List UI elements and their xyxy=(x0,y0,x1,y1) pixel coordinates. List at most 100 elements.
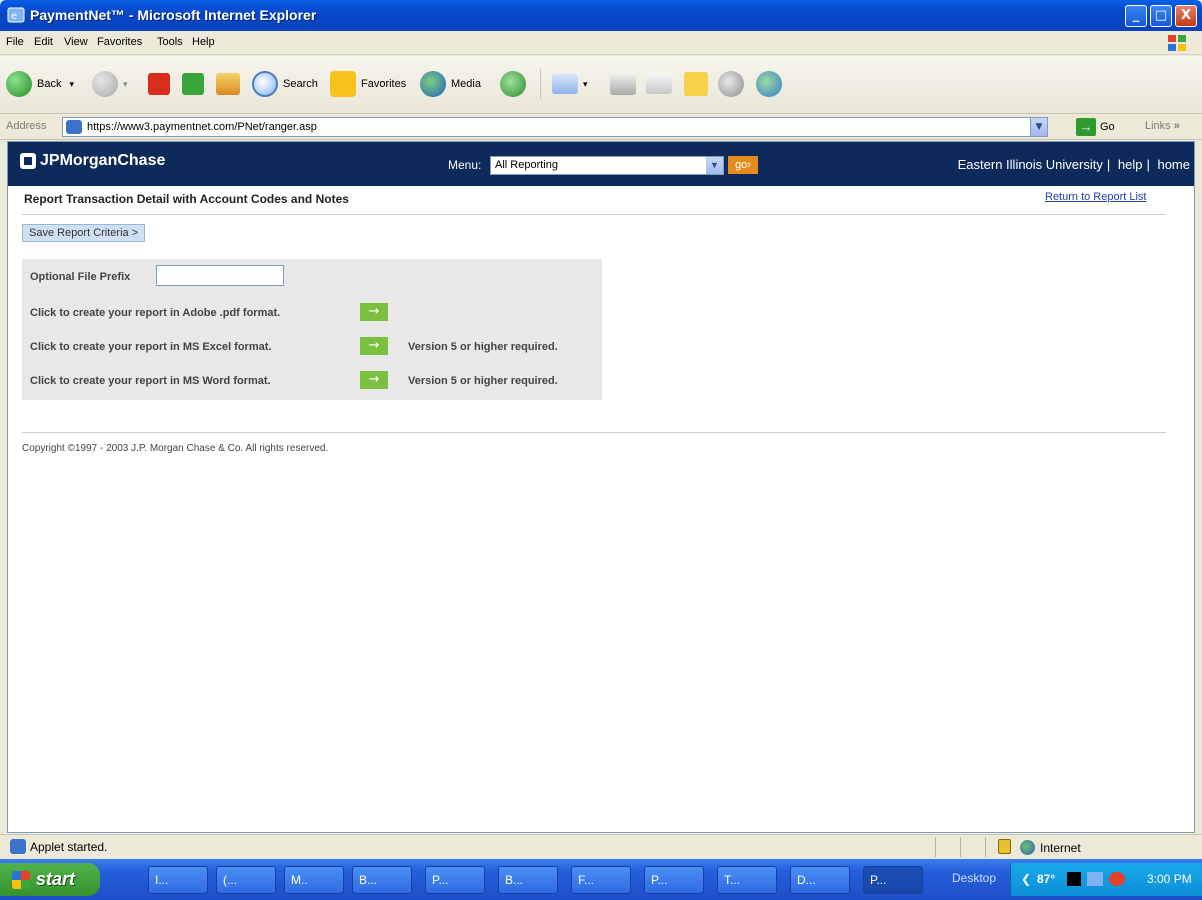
security-zone: Internet xyxy=(1020,840,1081,855)
excel-arrow-icon[interactable]: → xyxy=(360,337,388,355)
window-title: PaymentNet™ - Microsoft Internet Explore… xyxy=(30,7,317,23)
history-button[interactable] xyxy=(500,66,531,102)
export-panel: Optional File Prefix Click to create you… xyxy=(22,259,602,400)
taskbar-item[interactable]: P... xyxy=(425,866,485,894)
menu-favorites[interactable]: Favorites xyxy=(97,36,142,48)
home-link[interactable]: home xyxy=(1157,157,1190,172)
taskbar-item[interactable]: P... xyxy=(644,866,704,894)
globe-icon xyxy=(1020,840,1035,855)
page-content: JPMorganChase Menu: All Reporting ▼ go› … xyxy=(7,141,1195,833)
menu-bar: File Edit View Favorites Tools Help xyxy=(0,31,1202,55)
toolbar: Back ▾ ▾ Search Favorites Media ▾ xyxy=(0,56,1202,114)
status-divider xyxy=(935,837,936,857)
menu-select[interactable]: All Reporting ▼ xyxy=(490,156,724,175)
address-dropdown-icon[interactable]: ▼ xyxy=(1030,118,1047,136)
start-button[interactable]: start xyxy=(0,863,100,896)
taskbar-item[interactable]: F... xyxy=(571,866,631,894)
lock-icon xyxy=(998,839,1011,854)
forward-button[interactable]: ▾ xyxy=(92,66,128,102)
chevron-down-icon[interactable]: ▼ xyxy=(706,157,723,174)
taskbar-item[interactable]: D... xyxy=(790,866,850,894)
menu-file[interactable]: File xyxy=(6,36,24,48)
toolbar-separator xyxy=(540,66,541,102)
menu-go-button[interactable]: go› xyxy=(728,156,758,174)
mail-button[interactable]: ▾ xyxy=(552,66,588,102)
back-dropdown-icon[interactable]: ▾ xyxy=(69,79,74,90)
word-version-note: Version 5 or higher required. xyxy=(408,375,558,387)
status-divider xyxy=(985,837,986,857)
status-divider xyxy=(960,837,961,857)
menu-help[interactable]: Help xyxy=(192,36,215,48)
jpmorganchase-logo: JPMorganChase xyxy=(20,152,165,170)
pdf-label: Click to create your report in Adobe .pd… xyxy=(30,307,281,319)
word-arrow-icon[interactable]: → xyxy=(360,371,388,389)
forward-dropdown-icon[interactable]: ▾ xyxy=(123,79,128,90)
forward-icon xyxy=(92,71,118,97)
stop-icon xyxy=(148,73,170,95)
menu-edit[interactable]: Edit xyxy=(34,36,53,48)
media-button[interactable]: Media xyxy=(420,66,481,102)
home-icon xyxy=(216,73,240,95)
network-icon[interactable] xyxy=(1087,872,1103,886)
save-report-criteria-button[interactable]: Save Report Criteria > xyxy=(22,224,146,242)
menu-select-value: All Reporting xyxy=(495,159,558,171)
maximize-button[interactable]: □ xyxy=(1150,5,1172,27)
links-label: Links xyxy=(1145,120,1171,132)
taskbar-item[interactable]: M.. xyxy=(284,866,344,894)
copyright-text: Copyright ©1997 - 2003 J.P. Morgan Chase… xyxy=(22,443,329,454)
search-label: Search xyxy=(283,78,318,90)
separator: | xyxy=(1106,157,1111,172)
taskbar-item[interactable]: I... xyxy=(148,866,208,894)
windows-flag-icon xyxy=(1168,35,1186,51)
minimize-button[interactable]: _ xyxy=(1125,5,1147,27)
search-icon xyxy=(252,71,278,97)
go-button[interactable]: → Go xyxy=(1076,118,1115,136)
temperature: 87° xyxy=(1037,872,1056,886)
help-link[interactable]: help xyxy=(1118,157,1143,172)
messenger-button[interactable] xyxy=(718,66,749,102)
back-button[interactable]: Back ▾ xyxy=(6,66,74,102)
mail-dropdown-icon[interactable]: ▾ xyxy=(583,79,588,90)
desktop-toolbar[interactable]: Desktop xyxy=(952,871,996,885)
taskbar-item[interactable]: B... xyxy=(498,866,558,894)
go-arrow-icon: → xyxy=(1076,118,1096,136)
taskbar-item[interactable]: (... xyxy=(216,866,276,894)
taskbar-item-active[interactable]: P... xyxy=(863,866,923,894)
taskbar-item[interactable]: B... xyxy=(352,866,412,894)
word-label: Click to create your report in MS Word f… xyxy=(30,375,271,387)
print-icon xyxy=(610,73,636,95)
header-links: Eastern Illinois University | help | home xyxy=(956,157,1192,172)
links-button[interactable]: Links » xyxy=(1145,120,1180,132)
file-prefix-input[interactable] xyxy=(156,265,284,286)
home-button[interactable] xyxy=(216,66,245,102)
pdf-arrow-icon[interactable]: → xyxy=(360,303,388,321)
university-name: Eastern Illinois University xyxy=(957,157,1103,172)
system-tray: ❮ 87° 3:00 PM xyxy=(1010,863,1202,896)
refresh-button[interactable] xyxy=(182,66,209,102)
search-button[interactable]: Search xyxy=(252,66,318,102)
logo-text: JPMorganChase xyxy=(40,152,166,169)
menu-view[interactable]: View xyxy=(64,36,88,48)
zone-label: Internet xyxy=(1040,840,1081,855)
excel-version-note: Version 5 or higher required. xyxy=(408,341,558,353)
security-alert-icon[interactable] xyxy=(1109,872,1125,886)
menu-tools[interactable]: Tools xyxy=(157,36,183,48)
people-button[interactable] xyxy=(756,66,787,102)
edit-button[interactable] xyxy=(646,66,677,102)
address-label: Address xyxy=(6,120,47,132)
tray-app-icon[interactable] xyxy=(1067,872,1081,886)
chase-octagon-icon xyxy=(20,153,36,169)
go-label: Go xyxy=(1100,121,1115,133)
note-button[interactable] xyxy=(684,66,713,102)
page-title: Report Transaction Detail with Account C… xyxy=(24,192,349,206)
page-icon xyxy=(66,120,82,134)
menu-label: Menu: xyxy=(448,158,482,172)
address-input[interactable]: https://www3.paymentnet.com/PNet/ranger.… xyxy=(62,117,1048,137)
close-button[interactable]: X xyxy=(1175,5,1197,27)
return-to-report-list-link[interactable]: Return to Report List xyxy=(1045,191,1147,203)
taskbar-item[interactable]: T... xyxy=(717,866,777,894)
chevron-left-icon[interactable]: ❮ xyxy=(1021,872,1031,886)
stop-button[interactable] xyxy=(148,66,175,102)
print-button[interactable] xyxy=(610,66,641,102)
favorites-button[interactable]: Favorites xyxy=(330,66,406,102)
